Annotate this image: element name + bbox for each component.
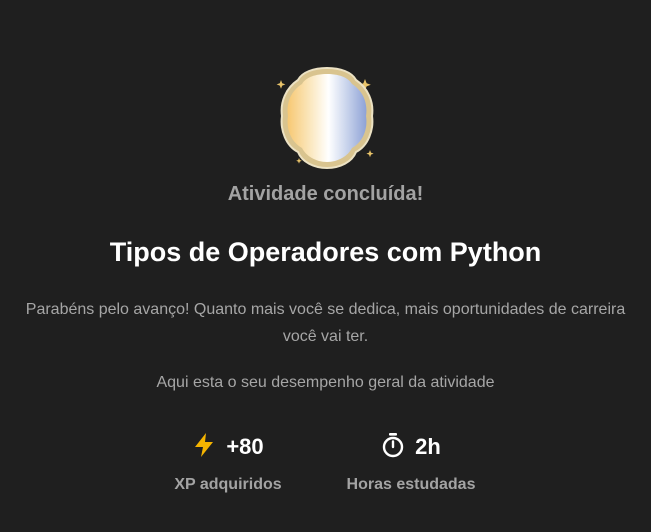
congrats-message: Parabéns pelo avanço! Quanto mais você s… <box>25 301 626 345</box>
lightning-icon <box>192 432 216 463</box>
hours-stat: 2h Horas estudadas <box>321 432 501 494</box>
stopwatch-icon <box>381 432 405 463</box>
xp-stat: +80 XP adquiridos <box>138 432 318 494</box>
summary-intro-text: Aqui esta o seu desempenho geral da ativ… <box>156 374 495 391</box>
activity-completion-screen: Atividade concluída! Tipos de Operadores… <box>0 0 651 532</box>
completion-badge-icon <box>268 64 386 172</box>
activity-title: Tipos de Operadores com Python <box>109 237 542 267</box>
hours-label: Horas estudadas <box>346 476 476 493</box>
completion-status-heading: Atividade concluída! <box>227 183 424 205</box>
xp-value: +80 <box>226 434 264 459</box>
xp-label: XP adquiridos <box>174 476 282 493</box>
hours-value: 2h <box>415 434 441 459</box>
